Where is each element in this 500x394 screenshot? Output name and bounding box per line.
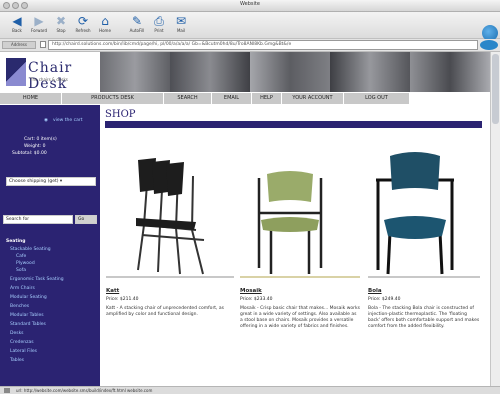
category-link[interactable]: Sofa <box>16 268 26 273</box>
category-link[interactable]: Credenzas <box>10 340 34 345</box>
go-button[interactable] <box>480 40 498 50</box>
title-rule <box>105 121 482 128</box>
print-button[interactable]: ⎙ Print <box>148 14 170 36</box>
search-input[interactable]: Search for <box>3 215 73 224</box>
nav-log-out[interactable]: Log Out <box>344 93 410 104</box>
print-icon: ⎙ <box>154 14 164 28</box>
title-bar: Website <box>0 0 500 12</box>
stop-icon: ✖ <box>55 14 67 28</box>
header-photo <box>330 52 410 92</box>
category-link[interactable]: Ergonomic Task Seating <box>10 277 64 282</box>
product-rule <box>106 276 234 278</box>
category-link[interactable]: Cafe <box>16 254 26 259</box>
product-desc-mosaik: Mosaik - Crisp basic chair that makes...… <box>240 306 360 329</box>
forward-arrow-icon: ▶ <box>34 14 44 28</box>
stop-label: Stop <box>56 28 66 33</box>
logo-text: Chair Desk <box>28 60 73 92</box>
print-label: Print <box>154 28 164 33</box>
category-link[interactable]: Benches <box>10 304 29 309</box>
page-icon <box>40 41 46 48</box>
back-arrow-icon: ◀ <box>12 14 22 28</box>
back-label: Back <box>12 28 22 33</box>
nav-search[interactable]: Search <box>164 93 212 104</box>
autofill-label: AutoFill <box>129 28 145 33</box>
mail-button[interactable]: ✉ Mail <box>170 14 192 36</box>
category-link[interactable]: Plywood <box>16 261 35 266</box>
vertical-scrollbar[interactable] <box>490 52 500 386</box>
product-name-katt[interactable]: Katt <box>106 288 119 294</box>
sidebar: ◉ view the cart Cart: 0 item(s) Weight: … <box>0 105 100 386</box>
url-input[interactable]: http://chaird.solutions.com/bin/lib/cmd/… <box>48 40 478 50</box>
product-image-mosaik[interactable] <box>245 168 335 276</box>
logo-mark-icon <box>6 58 26 86</box>
category-link[interactable]: Arm Chairs <box>10 286 35 291</box>
nav-email[interactable]: Email <box>212 93 252 104</box>
product-desc-bola: Bola - The stacking Bola chair is constr… <box>368 306 480 329</box>
autofill-button[interactable]: ✎ AutoFill <box>126 14 148 36</box>
category-link[interactable]: Modular Seating <box>10 295 47 300</box>
address-label: Address <box>2 41 36 49</box>
category-link[interactable]: Standard Tables <box>10 322 46 327</box>
autofill-icon: ✎ <box>131 14 143 28</box>
product-price-bola: Price: $249.40 <box>368 297 401 302</box>
refresh-icon: ⟳ <box>77 14 89 28</box>
stop-button[interactable]: ✖ Stop <box>50 14 72 36</box>
forward-button[interactable]: ▶ Forward <box>28 14 50 36</box>
product-name-bola[interactable]: Bola <box>368 288 382 294</box>
shipping-select[interactable]: Choose shipping (get) ▾ <box>6 177 96 186</box>
header-photo <box>100 52 170 92</box>
forward-label: Forward <box>30 28 48 33</box>
page-title: SHOP <box>105 109 136 120</box>
category-header: Seating <box>6 239 26 244</box>
product-image-katt[interactable] <box>108 150 234 276</box>
nav-home[interactable]: Home <box>0 93 62 104</box>
nav-your-account[interactable]: Your Account <box>282 93 344 104</box>
main-nav: Home Products Desk Search Email Help You… <box>0 93 490 104</box>
status-bar: url: http://website.com/website.sms/buil… <box>0 386 500 394</box>
mail-label: Mail <box>176 28 186 33</box>
refresh-label: Refresh <box>75 28 91 33</box>
category-link[interactable]: Stackable Seating <box>10 247 51 252</box>
window-title: Website <box>240 1 260 7</box>
logo[interactable]: Chair Desk The chairs & desks <box>0 52 100 92</box>
address-bar: Address http://chaird.solutions.com/bin/… <box>0 39 500 52</box>
scrollbar-thumb[interactable] <box>492 54 499 124</box>
status-text: url: http://website.com/website.sms/buil… <box>16 388 153 393</box>
header-photo <box>170 52 250 92</box>
header-photo <box>250 52 330 92</box>
category-link[interactable]: Desks <box>10 331 24 336</box>
nav-products-desk[interactable]: Products Desk <box>62 93 164 104</box>
category-link[interactable]: Modular Tables <box>10 313 44 318</box>
product-name-mosaik[interactable]: Mosaik <box>240 288 262 294</box>
product-image-bola[interactable] <box>368 150 462 276</box>
browser-toolbar: ◀ Back ▶ Forward ✖ Stop ⟳ Refresh ⌂ Home… <box>0 12 500 41</box>
logo-subtitle: The chairs & desks <box>30 77 68 82</box>
refresh-button[interactable]: ⟳ Refresh <box>72 14 94 36</box>
search-go-button[interactable]: Go <box>75 215 97 224</box>
product-rule <box>240 276 360 278</box>
back-button[interactable]: ◀ Back <box>6 14 28 36</box>
view-cart-link[interactable]: view the cart <box>53 118 82 123</box>
product-price-katt: Price: $211.40 <box>106 297 139 302</box>
category-link[interactable]: Lateral Files <box>10 349 37 354</box>
cart-weight: Weight: 0 <box>24 144 46 149</box>
cart-items: Cart: 0 item(s) <box>24 137 57 142</box>
mail-icon: ✉ <box>175 14 187 28</box>
status-globe-icon <box>4 388 10 393</box>
product-price-mosaik: Price: $233.40 <box>240 297 273 302</box>
product-desc-katt: Katt - A stacking chair of unprecedented… <box>106 306 225 317</box>
cart-subtotal: Subtotal: $0.00 <box>12 151 47 156</box>
product-rule <box>368 276 480 278</box>
home-icon: ⌂ <box>101 14 109 28</box>
home-label: Home <box>99 28 111 33</box>
cart-icon: ◉ <box>44 118 48 123</box>
nav-help[interactable]: Help <box>252 93 282 104</box>
home-button[interactable]: ⌂ Home <box>94 14 116 36</box>
category-link[interactable]: Tables <box>10 358 24 363</box>
site-header: Chair Desk The chairs & desks <box>0 52 490 92</box>
header-photo <box>410 52 490 92</box>
